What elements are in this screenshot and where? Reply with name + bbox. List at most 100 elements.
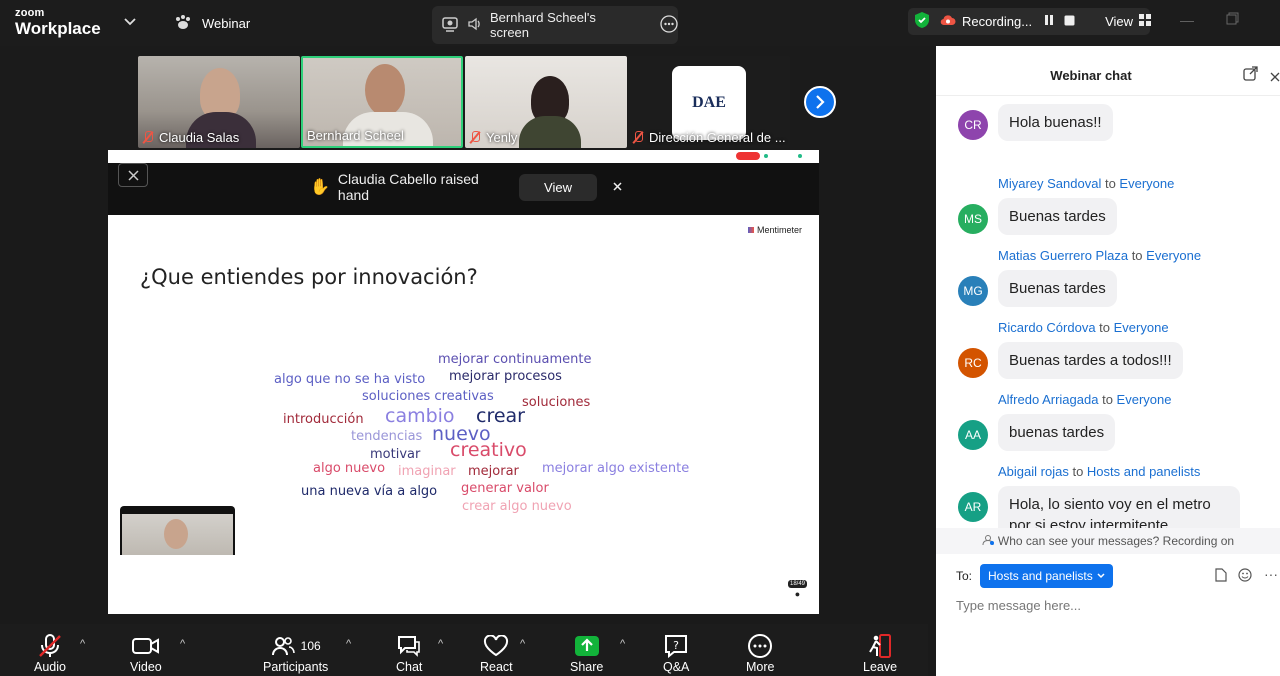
- chat-bubble: Hola, lo siento voy en el metro por si e…: [998, 486, 1240, 528]
- word-cloud-word: mejorar: [468, 464, 519, 479]
- chat-bubble: Buenas tardes a todos!!!: [998, 342, 1183, 379]
- zoom-logo: zoom Workplace: [15, 8, 101, 38]
- person-icon: ●: [794, 589, 801, 599]
- chat-input[interactable]: Type message here...: [956, 598, 1266, 613]
- shared-screen: ✋ Claudia Cabello raised hand View Menti…: [108, 150, 819, 614]
- leave-icon: [867, 632, 893, 660]
- participants-options-caret[interactable]: ^: [346, 638, 351, 650]
- popout-icon[interactable]: [1243, 66, 1258, 86]
- recipient-value: Hosts and panelists: [988, 569, 1093, 583]
- chat-button[interactable]: Chat: [396, 632, 422, 674]
- video-button[interactable]: Video: [130, 632, 162, 674]
- audio-options-caret[interactable]: ^: [80, 638, 85, 650]
- participant-video-body: [519, 116, 581, 148]
- close-chat-icon[interactable]: [1270, 69, 1280, 87]
- to-label: To:: [956, 569, 973, 583]
- shield-icon: [914, 11, 930, 32]
- more-button[interactable]: More: [746, 632, 774, 674]
- status-dot-icon: [798, 154, 802, 158]
- chat-sender: Miyarey Sandoval to Everyone: [998, 176, 1174, 191]
- participant-tile[interactable]: DAE Dirección General de ...: [628, 56, 790, 148]
- close-share-button[interactable]: [118, 163, 148, 187]
- file-icon[interactable]: [1215, 568, 1227, 587]
- grid-view-icon: [1139, 14, 1152, 29]
- sender-name[interactable]: Alfredo Arriagada: [998, 392, 1098, 407]
- chevron-right-icon: [816, 95, 825, 109]
- chat-message-list[interactable]: CR Hola buenas!! MS Miyarey Sandoval to Eve…: [936, 96, 1280, 528]
- participant-tile-active[interactable]: Bernhard Scheel: [301, 56, 463, 148]
- word-cloud-word: mejorar procesos: [449, 369, 562, 384]
- chat-notice-text[interactable]: Who can see your messages? Recording on: [998, 534, 1234, 548]
- stop-icon[interactable]: [1064, 14, 1075, 29]
- chat-options-caret[interactable]: ^: [438, 638, 443, 650]
- avatar: AA: [958, 420, 988, 450]
- video-options-caret[interactable]: ^: [180, 638, 185, 650]
- qa-label: Q&A: [663, 660, 690, 674]
- screen-share-indicator[interactable]: Bernhard Scheel's screen: [432, 6, 678, 44]
- participants-button[interactable]: 106 Participants: [263, 632, 328, 674]
- chat-panel: Webinar chat CR Hola buenas!! MS Miyarey Sa…: [936, 46, 1280, 676]
- chat-bubble: Hola buenas!!: [998, 104, 1113, 141]
- notification-view-button[interactable]: View: [519, 173, 597, 201]
- webinar-label: Webinar: [202, 16, 251, 31]
- recipient-name[interactable]: Everyone: [1114, 320, 1169, 335]
- participant-tile[interactable]: Yenly: [465, 56, 627, 148]
- qa-button[interactable]: ? Q&A: [663, 632, 689, 674]
- emoji-icon[interactable]: [1238, 568, 1252, 587]
- sender-name[interactable]: Ricardo Córdova: [998, 320, 1096, 335]
- avatar: CR: [958, 110, 988, 140]
- screen-share-icon: [442, 16, 458, 35]
- mentimeter-slide: Mentimeter ¿Que entiendes por innovación…: [108, 215, 819, 614]
- recipient-name[interactable]: Everyone: [1119, 176, 1174, 191]
- react-options-caret[interactable]: ^: [520, 638, 525, 650]
- webinar-menu[interactable]: Webinar: [174, 14, 250, 33]
- leave-button[interactable]: Leave: [863, 632, 897, 674]
- recipient-row: To: Hosts and panelists ···: [956, 564, 1280, 588]
- audio-button[interactable]: Audio: [34, 632, 66, 674]
- sender-name[interactable]: Abigail rojas: [998, 464, 1069, 479]
- raised-hand-text: Claudia Cabello raised hand: [337, 171, 479, 203]
- react-button[interactable]: React: [480, 632, 513, 674]
- recording-indicator: Recording... View: [908, 8, 1152, 35]
- mic-muted-icon: [37, 632, 63, 660]
- recipient-name[interactable]: Everyone: [1146, 248, 1201, 263]
- notification-close-icon[interactable]: [613, 178, 622, 196]
- react-label: React: [480, 660, 513, 674]
- status-dot-icon: [764, 154, 768, 158]
- chat-sender: Matias Guerrero Plaza to Everyone: [998, 248, 1201, 263]
- recipient-name[interactable]: Everyone: [1117, 392, 1172, 407]
- more-icon[interactable]: ···: [1264, 566, 1278, 582]
- word-cloud-word: una nueva vía a algo: [301, 484, 438, 499]
- chevron-down-icon[interactable]: [124, 14, 136, 29]
- next-page-button[interactable]: [804, 86, 836, 118]
- word-cloud-word: soluciones creativas: [362, 389, 494, 404]
- browser-strip: [108, 150, 819, 163]
- recipient-dropdown[interactable]: Hosts and panelists: [980, 564, 1113, 588]
- sender-to: to: [1099, 320, 1111, 335]
- sender-name[interactable]: Matias Guerrero Plaza: [998, 248, 1128, 263]
- people-icon: [982, 534, 994, 549]
- chat-icon: [396, 632, 422, 660]
- chat-bubble: Buenas tardes: [998, 198, 1117, 235]
- pause-icon[interactable]: [1044, 14, 1054, 29]
- recording-label: Recording...: [962, 14, 1033, 29]
- participant-tile[interactable]: Claudia Salas: [138, 56, 300, 148]
- avatar: RC: [958, 348, 988, 378]
- slide-counter: 18/49 ●: [788, 580, 808, 600]
- more-options-icon[interactable]: [660, 14, 678, 36]
- sender-name[interactable]: Miyarey Sandoval: [998, 176, 1101, 191]
- minimize-icon[interactable]: —: [1180, 12, 1194, 28]
- word-cloud-word: soluciones: [522, 395, 591, 410]
- sender-to: to: [1102, 392, 1113, 407]
- share-options-caret[interactable]: ^: [620, 638, 625, 650]
- view-label: View: [1105, 14, 1134, 29]
- participant-name: Dirección General de ...: [632, 130, 786, 145]
- word-cloud-word: algo que no se ha visto: [274, 372, 426, 387]
- share-button[interactable]: Share: [570, 632, 603, 674]
- speaker-icon[interactable]: [468, 17, 482, 34]
- maximize-icon[interactable]: [1226, 12, 1239, 28]
- avatar: MS: [958, 204, 988, 234]
- self-view-face: [164, 519, 188, 549]
- recipient-name[interactable]: Hosts and panelists: [1087, 464, 1200, 479]
- view-button[interactable]: View: [1105, 14, 1152, 29]
